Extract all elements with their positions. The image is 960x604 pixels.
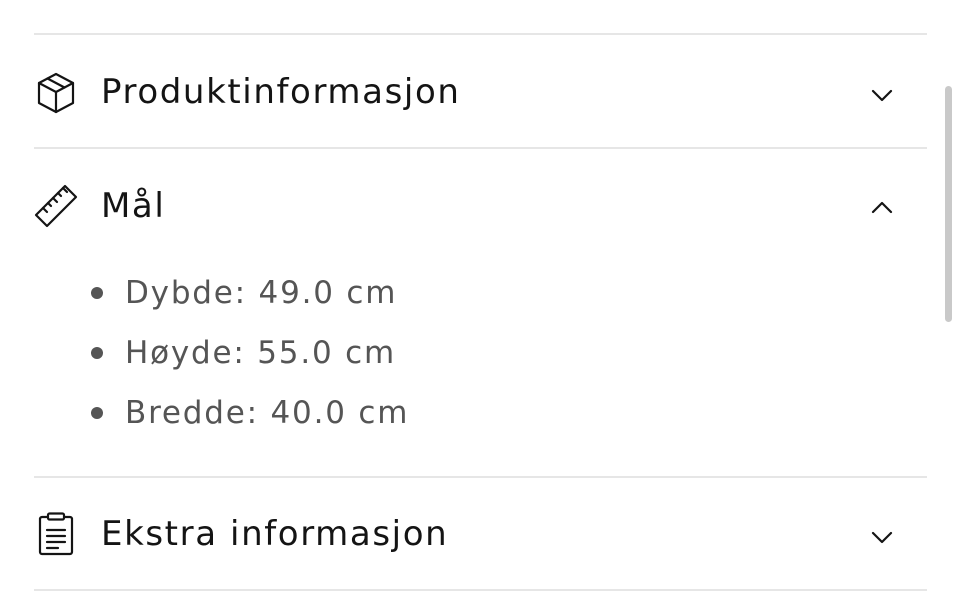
list-item: Høyde: 55.0 cm	[88, 328, 409, 388]
clipboard-icon	[34, 512, 78, 556]
package-icon	[34, 71, 78, 115]
bullet	[91, 287, 103, 299]
accordion-header-maal[interactable]: Mål	[34, 149, 927, 261]
chevron-up-icon[interactable]	[867, 193, 897, 223]
ruler-icon	[34, 184, 78, 228]
dimension-width: Bredde: 40.0 cm	[125, 395, 410, 431]
bullet	[91, 347, 103, 359]
list-item: Bredde: 40.0 cm	[88, 388, 409, 448]
accordion-header-produktinformasjon[interactable]: Produktinformasjon	[34, 35, 927, 147]
dimension-height: Høyde: 55.0 cm	[125, 335, 396, 371]
accordion-title: Produktinformasjon	[101, 72, 461, 112]
dimension-depth: Dybde: 49.0 cm	[125, 275, 398, 311]
accordion-title: Ekstra informasjon	[101, 514, 449, 554]
accordion-title: Mål	[101, 186, 166, 226]
dimensions-list: Dybde: 49.0 cm Høyde: 55.0 cm Bredde: 40…	[88, 268, 409, 448]
list-item: Dybde: 49.0 cm	[88, 268, 409, 328]
chevron-down-icon[interactable]	[867, 80, 897, 110]
accordion-header-ekstra-informasjon[interactable]: Ekstra informasjon	[34, 478, 927, 590]
chevron-down-icon[interactable]	[867, 522, 897, 552]
scrollbar-thumb[interactable]	[945, 86, 952, 322]
bullet	[91, 407, 103, 419]
